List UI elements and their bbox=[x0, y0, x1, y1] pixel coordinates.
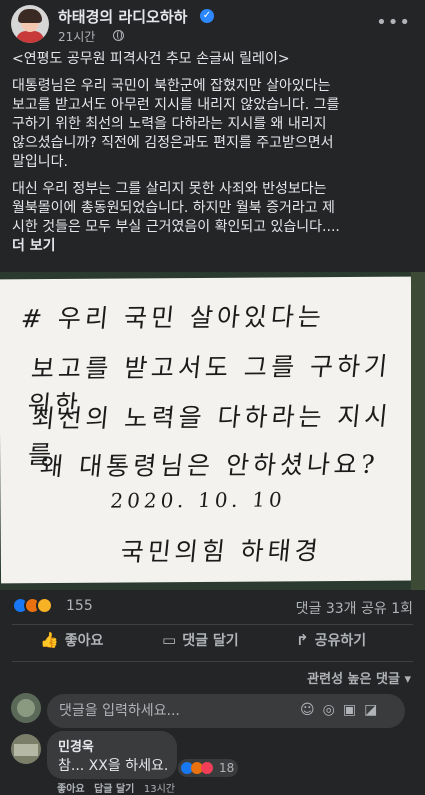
camera-icon[interactable]: ◎ bbox=[323, 702, 343, 718]
share-button-label: 공유하기 bbox=[314, 633, 367, 649]
post-paragraph-1: 대통령님은 우리 국민이 북한군에 잡혔지만 살아있다는 보고를 받고서도 아무… bbox=[12, 78, 340, 170]
photo-background-edge bbox=[411, 272, 425, 590]
comment-like-link[interactable]: 좋아요 bbox=[57, 784, 85, 795]
caret-down-icon: ▾ bbox=[404, 672, 411, 687]
current-user-avatar bbox=[11, 693, 41, 723]
handwriting-signature: 국민의힘 하태경 bbox=[119, 536, 324, 567]
comment-button[interactable]: ▭ 댓글 달기 bbox=[162, 630, 239, 660]
comment-sort-dropdown[interactable]: 관련성 높은 댓글 ▾ bbox=[307, 668, 411, 687]
handwriting-line: 왜 대통령님은 안하셨나요? bbox=[38, 449, 380, 482]
sad-reaction-icon bbox=[36, 597, 53, 614]
divider bbox=[12, 661, 413, 662]
comment-reaction-count: 18 bbox=[219, 761, 235, 775]
page-avatar[interactable] bbox=[11, 5, 49, 43]
handwritten-paper: # 우리 국민 살아있다는 보고를 받고서도 그를 구하기 위한 최선의 노력을… bbox=[0, 276, 414, 584]
comment-button-label: 댓글 달기 bbox=[182, 633, 239, 649]
comment-author[interactable]: 민경욱 bbox=[58, 736, 94, 755]
comment-actions: 좋아요 답글 달기 13시간 bbox=[57, 780, 181, 795]
see-more-link[interactable]: 더 보기 bbox=[12, 237, 417, 256]
comment-text: 참... XX을 하세요. bbox=[58, 758, 169, 774]
avatar-hair bbox=[18, 9, 42, 23]
like-button[interactable]: 👍 좋아요 bbox=[40, 630, 103, 660]
comment-timestamp[interactable]: 13시간 bbox=[144, 784, 175, 795]
thumbs-up-icon: 👍 bbox=[40, 631, 59, 649]
comment-reply-link[interactable]: 답글 달기 bbox=[94, 784, 134, 795]
share-button[interactable]: ↱ 공유하기 bbox=[296, 630, 366, 660]
emoji-icon[interactable]: ☺ bbox=[300, 702, 323, 718]
post-header: 하태경의 라디오하하 ✓ 21시간 ••• bbox=[0, 0, 425, 50]
post-paragraph-title: <연평도 공무원 피격사건 추모 손글씨 릴레이> bbox=[12, 51, 290, 67]
handwriting-date: 2020. 10. 10 bbox=[109, 487, 287, 513]
more-options-icon[interactable]: ••• bbox=[376, 12, 411, 33]
verified-badge-icon: ✓ bbox=[200, 9, 214, 23]
avatar-shirt bbox=[16, 31, 44, 43]
post-paragraph-2: 대신 우리 정부는 그를 살리지 못한 사죄와 반성보다는 월북몰이에 총동원되… bbox=[12, 181, 340, 235]
comment-sort-label: 관련성 높은 댓글 bbox=[307, 672, 400, 687]
like-button-label: 좋아요 bbox=[64, 633, 104, 649]
globe-icon bbox=[113, 30, 124, 41]
divider bbox=[12, 624, 413, 625]
gif-icon[interactable]: ▣ bbox=[343, 702, 364, 718]
comment-icon: ▭ bbox=[162, 631, 177, 649]
post-photo[interactable]: # 우리 국민 살아있다는 보고를 받고서도 그를 구하기 위한 최선의 노력을… bbox=[0, 272, 425, 590]
reaction-count[interactable]: 155 bbox=[66, 598, 93, 614]
post-timestamp[interactable]: 21시간 bbox=[58, 28, 95, 45]
love-reaction-icon bbox=[201, 762, 213, 774]
comments-shares-count[interactable]: 댓글 33개 공유 1회 bbox=[296, 598, 413, 618]
share-icon: ↱ bbox=[296, 631, 309, 649]
commenter-avatar[interactable] bbox=[11, 734, 41, 764]
sticker-icon[interactable]: ◪ bbox=[364, 702, 385, 718]
page-name[interactable]: 하태경의 라디오하하 bbox=[58, 6, 187, 27]
comment-input-icons: ☺◎▣◪ bbox=[300, 702, 385, 718]
post-body: <연평도 공무원 피격사건 추모 손글씨 릴레이> 대통령님은 우리 국민이 북… bbox=[12, 50, 417, 256]
handwriting-line: # 우리 국민 살아있다는 bbox=[19, 302, 327, 334]
